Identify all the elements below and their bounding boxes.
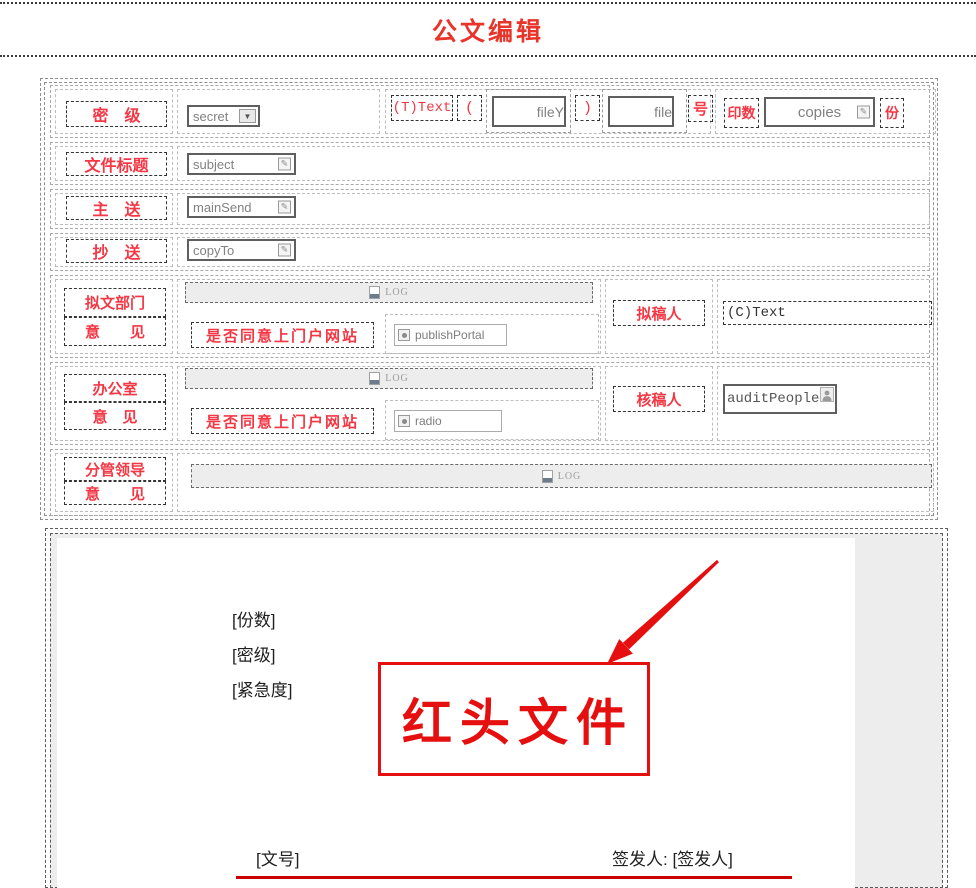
draft-dept-label-line1: 拟文部门 bbox=[64, 288, 166, 317]
doc-signer-line: 签发人: [签发人] bbox=[612, 850, 733, 869]
draft-dept-log-area[interactable]: LOG bbox=[185, 282, 593, 303]
file-number-suffix-label: 号 bbox=[688, 95, 713, 122]
subject-value: subject bbox=[193, 156, 235, 172]
office-label-line2: 意 见 bbox=[64, 402, 166, 430]
auditor-label: 核稿人 bbox=[613, 386, 705, 412]
log-label: LOG bbox=[385, 373, 409, 384]
print-count-unit-label: 份 bbox=[880, 98, 904, 128]
radio-icon[interactable] bbox=[398, 329, 410, 341]
secret-level-label: 密 级 bbox=[66, 101, 167, 127]
doc-red-divider bbox=[236, 876, 792, 879]
auditor-input[interactable]: auditPeople bbox=[723, 384, 837, 414]
publish-portal-radio[interactable]: publishPortal bbox=[394, 324, 507, 346]
publish-portal-value: publishPortal bbox=[415, 328, 485, 342]
file-year-input[interactable]: fileY bbox=[492, 96, 566, 127]
subject-input[interactable]: subject ✎ bbox=[187, 153, 296, 175]
file-number-ttext-field[interactable]: (T)Text bbox=[391, 95, 453, 121]
radio-icon[interactable] bbox=[398, 415, 410, 427]
doc-copies-placeholder: [份数] bbox=[232, 611, 276, 630]
leader-label-line2: 意 见 bbox=[64, 481, 166, 505]
office-label-line1: 办公室 bbox=[64, 374, 166, 402]
chevron-down-icon[interactable]: ▼ bbox=[239, 109, 256, 123]
file-no-input[interactable]: file bbox=[608, 96, 674, 127]
print-count-value: copies bbox=[797, 103, 842, 121]
draft-dept-portal-question: 是否同意上门户网站 bbox=[191, 322, 374, 348]
drafter-label: 拟稿人 bbox=[613, 300, 705, 326]
log-file-icon bbox=[369, 372, 381, 385]
log-file-icon bbox=[369, 286, 381, 299]
doc-number-placeholder: [文号] bbox=[256, 850, 300, 869]
office-portal-question: 是否同意上门户网站 bbox=[191, 408, 374, 434]
log-file-icon bbox=[541, 469, 553, 483]
copy-to-input[interactable]: copyTo ✎ bbox=[187, 239, 296, 261]
red-header-stamp-text: 红头文件 bbox=[402, 695, 634, 751]
page-title: 公文编辑 bbox=[431, 17, 544, 46]
title-bar: 公文编辑 bbox=[0, 2, 976, 57]
office-log-area[interactable]: LOG bbox=[185, 368, 593, 389]
file-no-value: file bbox=[654, 103, 672, 120]
auditor-value: auditPeople bbox=[727, 391, 820, 407]
log-label: LOG bbox=[385, 287, 409, 298]
edit-icon[interactable]: ✎ bbox=[278, 200, 291, 214]
copy-to-label: 抄 送 bbox=[66, 239, 167, 263]
draft-dept-label-line2: 意 见 bbox=[64, 317, 166, 346]
doc-secret-placeholder: [密级] bbox=[232, 646, 276, 665]
print-count-label: 印数 bbox=[724, 98, 759, 128]
annotation-arrow bbox=[607, 559, 719, 664]
subject-label: 文件标题 bbox=[66, 152, 167, 176]
edit-icon[interactable]: ✎ bbox=[278, 157, 291, 171]
file-number-close-paren: ) bbox=[575, 95, 600, 121]
office-radio-value: radio bbox=[415, 414, 442, 428]
file-year-value: fileY bbox=[536, 103, 564, 120]
secret-select[interactable]: secret ▼ bbox=[187, 105, 260, 127]
file-number-open-paren: ( bbox=[457, 95, 482, 121]
log-label: LOG bbox=[557, 470, 582, 482]
red-header-stamp: 红头文件 bbox=[378, 662, 650, 776]
secret-select-value: secret bbox=[193, 108, 229, 124]
leader-label-line1: 分管领导 bbox=[64, 457, 166, 481]
edit-icon[interactable]: ✎ bbox=[278, 243, 291, 257]
edit-icon[interactable]: ✎ bbox=[857, 105, 870, 119]
print-count-input[interactable]: copies ✎ bbox=[764, 97, 875, 127]
main-send-label: 主 送 bbox=[66, 196, 167, 220]
main-send-input[interactable]: mainSend ✎ bbox=[187, 196, 296, 218]
drafter-input[interactable]: (C)Text bbox=[723, 301, 932, 325]
doc-urgency-placeholder: [紧急度] bbox=[232, 681, 293, 700]
person-icon[interactable] bbox=[820, 387, 834, 402]
copy-to-value: copyTo bbox=[193, 242, 235, 258]
leader-log-area[interactable]: LOG bbox=[191, 464, 932, 488]
office-radio[interactable]: radio bbox=[394, 410, 502, 432]
main-send-value: mainSend bbox=[193, 199, 252, 215]
